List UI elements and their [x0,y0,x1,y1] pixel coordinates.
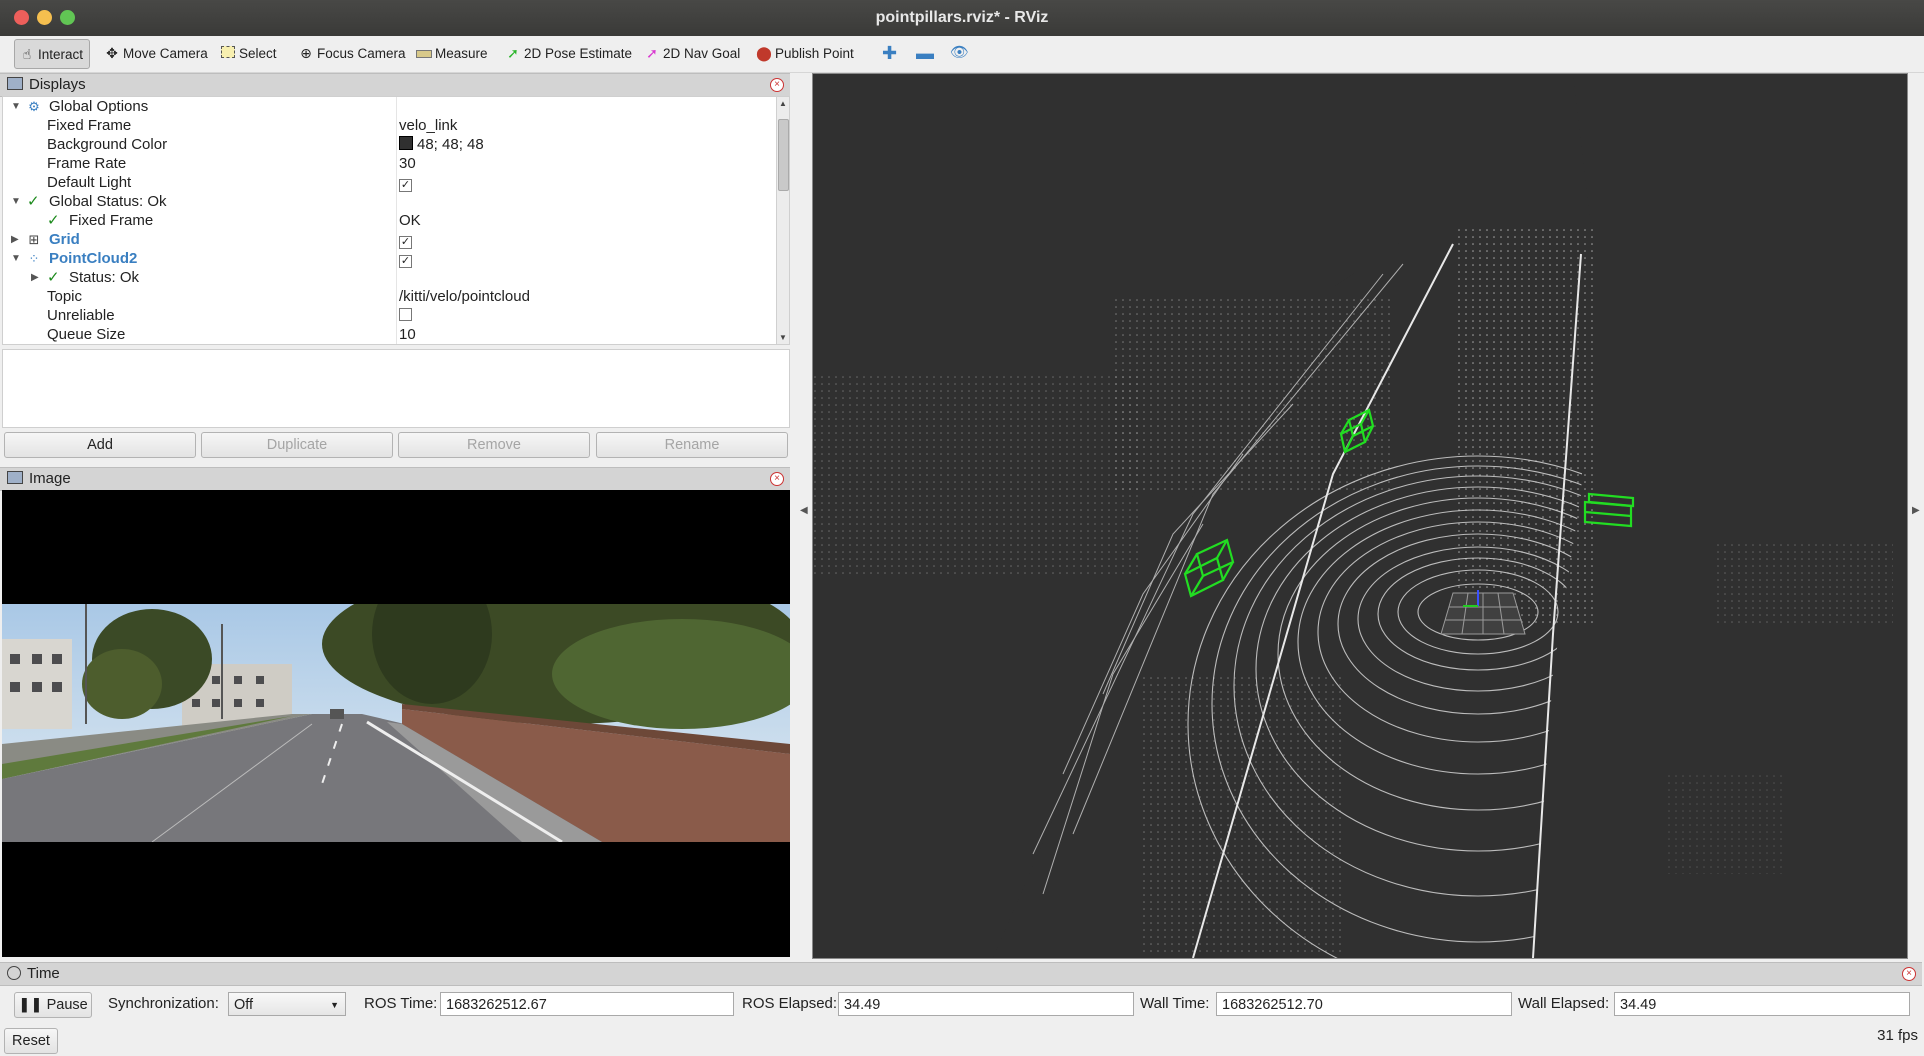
monitor-icon [7,77,23,90]
tree-row-topic[interactable]: Topic /kitti/velo/pointcloud [3,287,779,306]
pink-arrow-icon: ➚ [646,45,658,61]
duplicate-display-button[interactable]: Duplicate [201,432,393,458]
fps-readout: 31 fps [1877,1027,1918,1044]
tool-publish-point[interactable]: ⬤ Publish Point [756,41,854,65]
title-bar: pointpillars.rviz* - RViz [0,0,1924,36]
rename-display-button[interactable]: Rename [596,432,788,458]
tree-row-fixed-frame[interactable]: Fixed Frame velo_link [3,116,779,135]
gear-icon: ⚙ [28,99,40,114]
close-window-button[interactable] [14,10,29,25]
move-camera-icon: ✥ [106,45,118,61]
tree-row-unreliable[interactable]: Unreliable [3,306,779,325]
wall-time-label: Wall Time: [1140,995,1210,1012]
checkmark-icon: ✓ [47,212,60,229]
display-description-box [2,349,790,428]
minimize-window-button[interactable] [37,10,52,25]
select-icon [220,41,236,65]
tree-row-queue-size[interactable]: Queue Size 10 [3,325,779,344]
remove-display-button[interactable]: Remove [398,432,590,458]
reset-button[interactable]: Reset [4,1028,58,1054]
add-tool-icon[interactable]: ✚ [882,41,897,65]
pointcloud-icon: ⁘ [28,251,40,266]
3d-render-view[interactable] [812,73,1908,993]
displays-panel-header: Displays × [0,73,790,97]
focus-camera-icon: ⊕ [300,45,312,61]
ros-elapsed-field[interactable]: 34.49 [838,992,1134,1016]
green-arrow-icon: ➚ [507,45,519,61]
image-icon [7,471,23,484]
grid-icon: ⊞ [28,232,40,247]
close-time-icon[interactable]: × [1902,967,1916,981]
maximize-window-button[interactable] [60,10,75,25]
tool-bar: ☝ Interact ✥ Move Camera Select ⊕ Focus Cam… [0,36,1924,73]
scrollbar-thumb[interactable] [778,119,789,191]
tree-row-frame-rate[interactable]: Frame Rate 30 [3,154,779,173]
image-panel-header: Image × [0,467,790,491]
sync-label: Synchronization: [108,995,219,1012]
expand-arrow-icon[interactable]: ▼ [11,192,21,211]
hand-icon: ☝ [22,46,32,62]
tree-row-global-status[interactable]: ▼ ✓ Global Status: Ok [3,192,779,211]
eye-icon[interactable]: 👁 [950,41,969,65]
clock-icon [7,966,21,980]
tool-2d-nav-goal[interactable]: ➚ 2D Nav Goal [644,41,740,65]
scroll-down-icon[interactable]: ▼ [777,333,789,342]
wall-time-field[interactable]: 1683262512.70 [1216,992,1512,1016]
tree-row-fixed-frame-status[interactable]: ✓ Fixed Frame OK [3,211,779,230]
collapse-right-dock-icon[interactable]: ▶ [1912,505,1920,516]
wall-elapsed-label: Wall Elapsed: [1518,995,1610,1012]
time-panel: Time × ❚❚ Pause Synchronization: Off ▼ R… [0,962,1924,1056]
tool-interact[interactable]: ☝ Interact [14,39,91,69]
tree-row-grid[interactable]: ▶ ⊞ Grid ✓ [3,230,779,249]
unreliable-checkbox[interactable] [399,308,412,321]
default-light-checkbox[interactable]: ✓ [399,179,412,192]
collapse-left-dock-icon[interactable]: ◀ [800,505,808,516]
tree-row-default-light[interactable]: Default Light ✓ [3,173,779,192]
window-title: pointpillars.rviz* - RViz [875,9,1049,26]
tree-row-pointcloud-status[interactable]: ▶ ✓ Status: Ok [3,268,779,287]
tree-row-pointcloud2[interactable]: ▼ ⁘ PointCloud2 ✓ [3,249,779,268]
checkmark-icon: ✓ [27,193,40,210]
collapse-arrow-icon[interactable]: ▶ [31,268,39,287]
scroll-up-icon[interactable]: ▲ [777,99,789,108]
tool-measure[interactable]: Measure [416,41,488,65]
tool-2d-pose-estimate[interactable]: ➚ 2D Pose Estimate [505,41,632,65]
pause-icon: ❚❚ [18,997,43,1013]
map-pin-icon: ⬤ [756,45,772,61]
close-displays-icon[interactable]: × [770,78,784,92]
displays-tree: ▼ ⚙ Global Options Fixed Frame velo_link… [2,96,790,345]
tree-row-global-options[interactable]: ▼ ⚙ Global Options [3,97,779,116]
displays-scrollbar[interactable]: ▲ ▼ [776,97,789,344]
tool-move-camera[interactable]: ✥ Move Camera [104,41,208,65]
pause-button[interactable]: ❚❚ Pause [14,992,92,1018]
camera-image [2,604,790,842]
remove-tool-icon[interactable]: ▬ [916,41,934,65]
rviz-window: pointpillars.rviz* - RViz ☝ Interact ✥ Mov… [0,0,1924,1056]
camera-image-view [2,490,790,957]
ros-elapsed-label: ROS Elapsed: [742,995,838,1012]
expand-arrow-icon[interactable]: ▼ [11,97,21,116]
street-scene-image [2,604,790,842]
wall-elapsed-field[interactable]: 34.49 [1614,992,1910,1016]
chevron-down-icon: ▼ [330,1000,339,1010]
color-swatch[interactable] [399,136,413,150]
time-panel-header: Time × [0,962,1922,986]
ros-time-label: ROS Time: [364,995,438,1012]
tool-select[interactable]: Select [220,41,277,65]
checkmark-icon: ✓ [47,269,60,286]
sync-dropdown[interactable]: Off ▼ [228,992,346,1016]
tree-row-background-color[interactable]: Background Color 48; 48; 48 [3,135,779,154]
tool-focus-camera[interactable]: ⊕ Focus Camera [298,41,405,65]
close-image-icon[interactable]: × [770,472,784,486]
pointcloud-enabled-checkbox[interactable]: ✓ [399,255,412,268]
pointcloud-scene [813,74,1907,993]
add-display-button[interactable]: Add [4,432,196,458]
collapse-arrow-icon[interactable]: ▶ [11,230,19,249]
expand-arrow-icon[interactable]: ▼ [11,249,21,268]
grid-enabled-checkbox[interactable]: ✓ [399,236,412,249]
ros-time-field[interactable]: 1683262512.67 [440,992,734,1016]
ruler-icon [416,41,432,65]
